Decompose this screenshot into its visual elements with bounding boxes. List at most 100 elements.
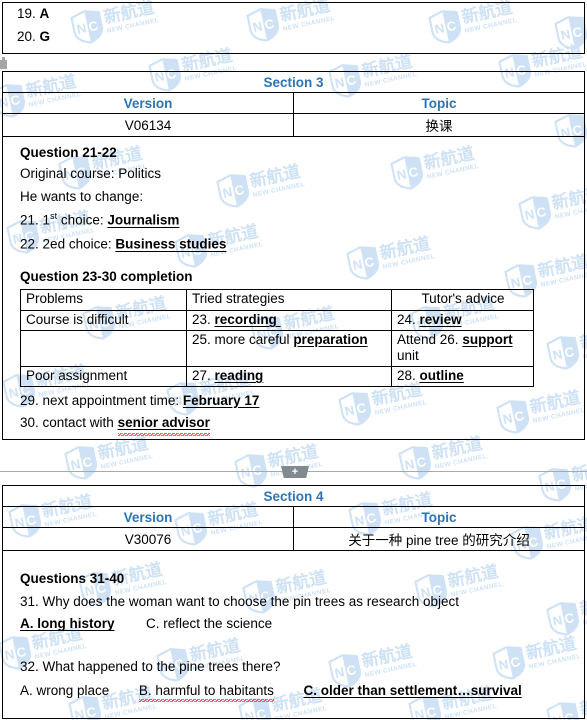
q22-label-post: choice:: [65, 236, 112, 252]
question-31-options: A. long history C. reflect the science: [6, 612, 581, 635]
section3-topic-value: 换课: [293, 113, 585, 137]
completion-row: Course is difficult 23. recording 24. re…: [20, 310, 534, 331]
strategy-number: 27.: [192, 367, 211, 383]
q21-label-pre: 1: [42, 212, 51, 228]
section4-title-row: Section 4: [2, 485, 585, 507]
completion-col-advice: Tutor's advice: [391, 289, 534, 312]
section4-table: Section 4 Version Topic V30076 关于一种 pine…: [2, 485, 585, 719]
section3-column-headers: Version Topic: [2, 92, 585, 114]
advice-number: 24.: [397, 312, 416, 328]
q29-label: next appointment time:: [38, 392, 180, 408]
q32-number: 32.: [20, 659, 39, 674]
advice-answer: support: [462, 331, 513, 347]
questions-31-40-heading: Questions 31-40: [20, 570, 125, 586]
section-break-tab[interactable]: +: [281, 466, 309, 478]
completion-col-strategies: Tried strategies: [186, 289, 392, 312]
section4-values-row: V30076 关于一种 pine tree 的研究介绍: [2, 527, 585, 551]
svg-text:N: N: [239, 464, 251, 481]
q21-label-post: choice:: [57, 212, 104, 228]
watermark-shield-icon: NC: [63, 443, 99, 482]
section3-version-value: V06134: [2, 113, 294, 137]
q31-option-a: A. long history: [20, 616, 115, 632]
q30-answer: senior advisor: [117, 415, 211, 436]
strategy-answer: recording: [214, 312, 277, 328]
answers-block: 19. A 20. G: [2, 2, 585, 54]
section4-title: Section 4: [2, 485, 585, 507]
question-32-options: A. wrong place B. harmful to habitants C…: [6, 678, 581, 702]
strategy-number: 23.: [192, 312, 211, 328]
answer-row-20: 20. G: [3, 21, 584, 44]
q31-option-c: C. reflect the science: [146, 616, 273, 632]
question-29-line: 29. next appointment time: February 17: [6, 387, 581, 412]
svg-text:C: C: [81, 454, 94, 471]
section4-body-row: Questions 31-40 31. Why does the woman w…: [2, 550, 585, 719]
cell-advice: Attend 26. support unit: [391, 329, 534, 367]
strategy-number: 25.: [192, 331, 211, 347]
advice-pre: Attend: [397, 331, 440, 347]
section4-version-value: V30076: [2, 527, 294, 551]
q32-option-c: C. older than settlement…survival: [303, 682, 522, 698]
cell-advice: 28. outline: [391, 365, 534, 387]
q29-answer: February 17: [182, 392, 260, 408]
question-23-30-heading: Question 23-30 completion: [20, 269, 193, 285]
q31-number: 31.: [20, 593, 39, 609]
document-page: N C 新航道 NEW CHANNEL N C 新航道 NEW CHANNEL N C 新航道 NEW…: [0, 0, 587, 720]
q21-number: 21.: [20, 212, 39, 228]
section4-topic-value: 关于一种 pine tree 的研究介绍: [293, 527, 585, 551]
q30-label: contact with: [38, 415, 114, 431]
section3-table: Section 3 Version Topic V06134 换课 Questi…: [2, 71, 585, 440]
advice-post: unit: [397, 347, 419, 363]
advice-number: 26.: [439, 331, 459, 347]
plus-icon: +: [291, 466, 299, 478]
cell-advice: 24. review: [391, 310, 534, 331]
question-31-line: 31. Why does the woman want to choose th…: [6, 588, 581, 613]
question-22-line: 22. 2ed choice: Business studies: [6, 231, 581, 255]
section-marker-icon: [0, 57, 7, 69]
q29-number: 29.: [20, 392, 39, 408]
completion-row: 25. more careful preparation Attend 26. …: [20, 329, 534, 367]
section3-version-header: Version: [2, 92, 294, 114]
section3-topic-header: Topic: [293, 92, 585, 114]
cell-strategy: 27. reading: [186, 365, 392, 387]
section4-body: Questions 31-40 31. Why does the woman w…: [2, 550, 585, 719]
answer-value: A: [39, 6, 50, 21]
cell-problem: Poor assignment: [20, 365, 187, 387]
section4-column-headers: Version Topic: [2, 506, 585, 528]
advice-answer: review: [419, 312, 462, 328]
cell-problem: [20, 329, 187, 367]
answer-number: 19.: [17, 6, 36, 21]
section3-title: Section 3: [2, 71, 585, 93]
original-course-line: Original course: Politics: [20, 166, 162, 181]
wants-to-change-line: He wants to change:: [20, 188, 144, 204]
question-21-line: 21. 1st choice: Journalism: [6, 207, 581, 231]
completion-table: Problems Tried strategies Tutor's advice…: [20, 289, 534, 387]
advice-answer: outline: [419, 367, 464, 383]
watermark-shield-icon: NC: [397, 443, 433, 482]
strategy-pre: more careful: [210, 331, 294, 347]
section4-topic-header: Topic: [293, 506, 585, 528]
completion-col-problems: Problems: [20, 289, 187, 312]
answer-number: 20.: [17, 29, 36, 45]
question-32-line: 32. What happened to the pine trees ther…: [6, 635, 581, 678]
completion-row: Poor assignment 27. reading 28. outline: [20, 365, 534, 387]
question-21-22-heading: Question 21-22: [20, 145, 117, 160]
section3-body: Question 21-22 Original course: Politics…: [2, 136, 585, 440]
q32-text: What happened to the pine trees there?: [38, 659, 281, 674]
svg-text:C: C: [415, 454, 428, 471]
section4-version-header: Version: [2, 506, 294, 528]
q30-number: 30.: [20, 415, 39, 431]
completion-header-row: Problems Tried strategies Tutor's advice: [20, 289, 534, 312]
cell-strategy: 23. recording: [186, 310, 392, 331]
cell-strategy: 25. more careful preparation: [186, 329, 392, 367]
strategy-answer: reading: [214, 367, 264, 383]
section3-values-row: V06134 换课: [2, 113, 585, 137]
answer-row-19: 19. A: [3, 3, 584, 21]
q21-answer: Journalism: [107, 212, 180, 228]
q31-text: Why does the woman want to choose the pi…: [38, 593, 460, 609]
q22-answer: Business studies: [115, 236, 227, 252]
cell-problem: Course is difficult: [20, 310, 187, 331]
q32-option-a: A. wrong place: [20, 682, 110, 698]
answer-value: G: [39, 29, 51, 45]
section3-body-row: Question 21-22 Original course: Politics…: [2, 136, 585, 440]
advice-number: 28.: [397, 367, 416, 383]
